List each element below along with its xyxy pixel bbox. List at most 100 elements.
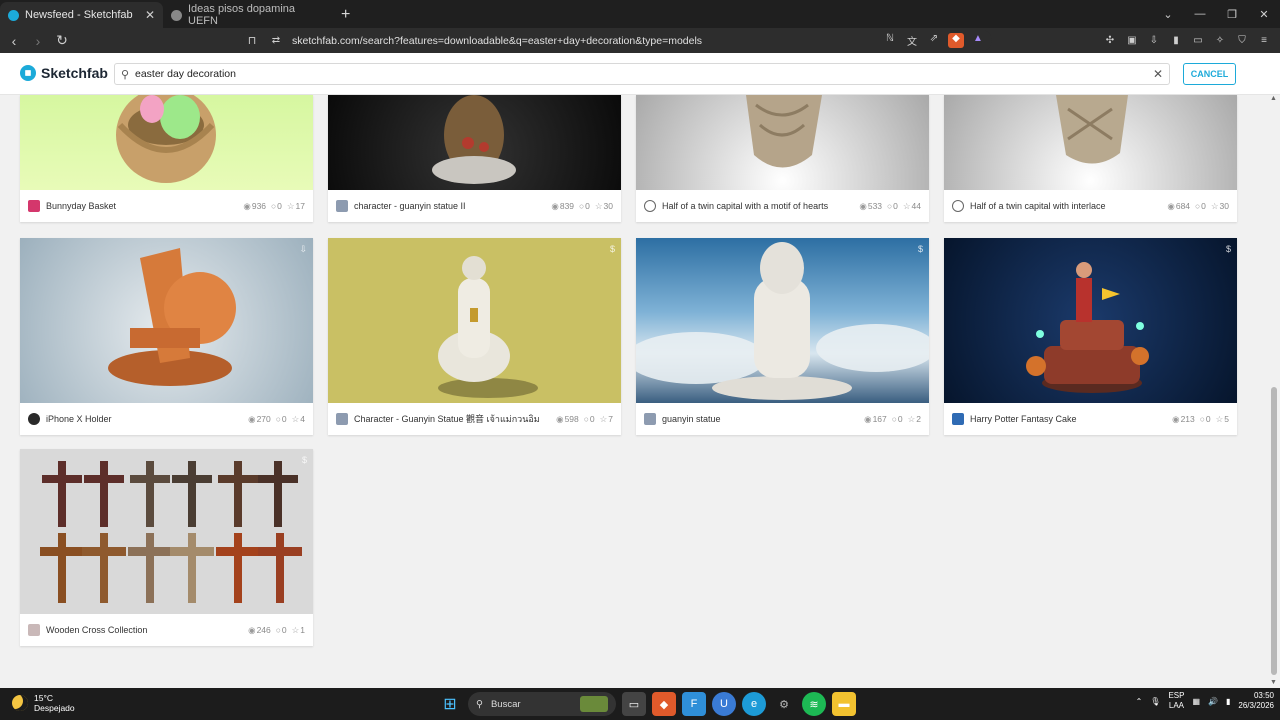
tab-sketchfab[interactable]: Newsfeed - Sketchfab ✕ — [0, 2, 163, 28]
close-tab-icon[interactable]: ✕ — [145, 8, 155, 22]
model-title[interactable]: character - guanyin statue II — [354, 201, 551, 211]
chevron-up-icon[interactable]: ⌃ — [1136, 697, 1143, 706]
windows-start-icon[interactable]: ⊞ — [438, 692, 462, 716]
model-card[interactable]: $ Wooden Cross Collection ◉246 ○0 ☆1 — [20, 449, 313, 646]
model-title[interactable]: iPhone X Holder — [46, 414, 248, 424]
model-title[interactable]: Harry Potter Fantasy Cake — [970, 414, 1172, 424]
spotify-icon[interactable]: ≋ — [802, 692, 826, 716]
author-avatar[interactable] — [644, 200, 656, 212]
leo-icon[interactable]: ✧ — [1212, 32, 1228, 48]
scroll-up-icon[interactable]: ▲ — [1270, 95, 1277, 102]
model-title[interactable]: Bunnyday Basket — [46, 201, 243, 211]
model-thumbnail[interactable]: $ — [328, 238, 621, 403]
model-thumbnail[interactable]: $ — [636, 238, 929, 403]
wallet-icon[interactable]: ▭ — [1190, 32, 1206, 48]
model-footer: Harry Potter Fantasy Cake ◉213 ○0 ☆5 — [944, 403, 1237, 435]
back-icon[interactable]: ‹ — [4, 31, 24, 51]
maximize-icon[interactable]: ❐ — [1216, 0, 1248, 28]
model-title[interactable]: Half of a twin capital with interlace — [970, 201, 1167, 211]
author-avatar[interactable] — [336, 413, 348, 425]
new-tab-button[interactable]: + — [341, 2, 350, 28]
bookmark-icon[interactable]: ⊓ — [242, 34, 262, 47]
model-title[interactable]: Character - Guanyin Statue 觀音 เจ้าแม่กวน… — [354, 412, 556, 426]
language-indicator[interactable]: ESP LAA — [1168, 691, 1184, 711]
model-title[interactable]: Wooden Cross Collection — [46, 625, 248, 635]
download-icon[interactable]: ⇩ — [1146, 32, 1162, 48]
reload-icon[interactable]: ↻ — [52, 31, 72, 51]
model-thumbnail[interactable] — [328, 95, 621, 190]
brave-shield-icon[interactable]: ◆ — [948, 33, 964, 48]
model-thumbnail[interactable]: $ — [944, 238, 1237, 403]
clock[interactable]: 03:50 26/3/2026 — [1238, 691, 1274, 711]
download-available-icon: ⇩ — [299, 244, 307, 254]
page-scrollbar[interactable]: ▲ ▼ — [1268, 95, 1280, 688]
author-avatar[interactable] — [28, 200, 40, 212]
model-card[interactable]: Half of a twin capital with a motif of h… — [636, 95, 929, 222]
guanyin-thumbnail-art — [438, 256, 538, 398]
model-thumbnail[interactable] — [944, 95, 1237, 190]
settings-gear-icon[interactable]: ⚙ — [772, 692, 796, 716]
comments-icon: ○ — [275, 624, 281, 635]
share-icon[interactable]: ⇗ — [926, 33, 942, 48]
views-count: 167 — [872, 413, 887, 424]
url-text[interactable]: sketchfab.com/search?features=downloadab… — [292, 35, 702, 47]
search-box[interactable]: ⚲ ✕ — [114, 63, 1170, 85]
chevron-down-icon[interactable]: ⌄ — [1152, 0, 1184, 28]
menu-icon[interactable]: ≡ — [1256, 32, 1272, 48]
rewards-icon[interactable]: ▲ — [970, 33, 986, 48]
model-card[interactable]: character - guanyin statue II ◉839 ○0 ☆3… — [328, 95, 621, 222]
sidebar-icon[interactable]: ▮ — [1168, 32, 1184, 48]
model-card[interactable]: Bunnyday Basket ◉936 ○0 ☆17 — [20, 95, 313, 222]
author-avatar[interactable] — [952, 413, 964, 425]
model-thumbnail[interactable]: $ — [20, 449, 313, 614]
unreal-editor-icon[interactable]: U — [712, 692, 736, 716]
forward-icon[interactable]: › — [28, 31, 48, 51]
translate-icon[interactable]: ℕ — [882, 33, 898, 48]
network-icon[interactable]: ▦ — [1192, 697, 1200, 706]
weather-widget[interactable]: 15°C Despejado — [12, 693, 75, 713]
address-bar-actions: ℕ 文 ⇗ ◆ ▲ — [882, 33, 986, 48]
tab-ideas[interactable]: Ideas pisos dopamina UEFN — [163, 2, 333, 28]
search-input[interactable] — [135, 68, 1135, 80]
author-avatar[interactable] — [644, 413, 656, 425]
tab-title: Ideas pisos dopamina UEFN — [188, 3, 296, 27]
model-card[interactable]: Half of a twin capital with interlace ◉6… — [944, 95, 1237, 222]
address-bar[interactable]: ⊓ ⇄ sketchfab.com/search?features=downlo… — [242, 30, 992, 51]
model-title[interactable]: guanyin statue — [662, 414, 864, 424]
edge-browser-icon[interactable]: e — [742, 692, 766, 716]
battery-icon[interactable]: ▮ — [1226, 697, 1230, 706]
cancel-button[interactable]: CANCEL — [1183, 63, 1236, 85]
model-thumbnail[interactable]: ⇩ — [20, 238, 313, 403]
speaker-icon[interactable]: 🔊 — [1208, 697, 1218, 706]
model-title[interactable]: Half of a twin capital with a motif of h… — [662, 201, 859, 211]
model-thumbnail[interactable] — [636, 95, 929, 190]
author-avatar[interactable] — [952, 200, 964, 212]
fortnite-creative-icon[interactable]: F — [682, 692, 706, 716]
brave-browser-icon[interactable]: ◆ — [652, 692, 676, 716]
sketchfab-logo[interactable]: Sketchfab — [20, 65, 108, 81]
model-thumbnail[interactable] — [20, 95, 313, 190]
extensions-icon[interactable]: ✣ — [1102, 32, 1118, 48]
star-icon: ☆ — [291, 624, 300, 635]
scroll-down-icon[interactable]: ▼ — [1270, 679, 1277, 686]
site-info-icon[interactable]: ⇄ — [266, 35, 286, 46]
model-card[interactable]: $ Character - Guanyin Statue 觀音 เจ้าแม่ก… — [328, 238, 621, 435]
author-avatar[interactable] — [28, 413, 40, 425]
author-avatar[interactable] — [336, 200, 348, 212]
scrollbar-thumb[interactable] — [1271, 387, 1277, 675]
microphone-icon[interactable]: 🎙 — [1150, 697, 1160, 706]
close-window-icon[interactable]: ✕ — [1248, 0, 1280, 28]
file-explorer-icon[interactable]: ▬ — [832, 692, 856, 716]
author-avatar[interactable] — [28, 624, 40, 636]
vpn-icon[interactable]: ⛉ — [1234, 32, 1250, 48]
task-view-icon[interactable]: ▭ — [622, 692, 646, 716]
model-card[interactable]: $ Harry Potter Fantasy Cake ◉213 ○0 ☆5 — [944, 238, 1237, 435]
minimize-icon[interactable]: — — [1184, 0, 1216, 28]
clear-search-icon[interactable]: ✕ — [1153, 67, 1163, 81]
language-icon[interactable]: 文 — [904, 33, 920, 48]
model-card[interactable]: ⇩ iPhone X Holder ◉270 ○0 ☆4 — [20, 238, 313, 435]
taskbar-search[interactable]: ⚲ Buscar — [468, 692, 616, 716]
comments-icon: ○ — [887, 200, 893, 211]
model-card[interactable]: $ guanyin statue ◉167 ○0 ☆2 — [636, 238, 929, 435]
screenshot-icon[interactable]: ▣ — [1124, 32, 1140, 48]
